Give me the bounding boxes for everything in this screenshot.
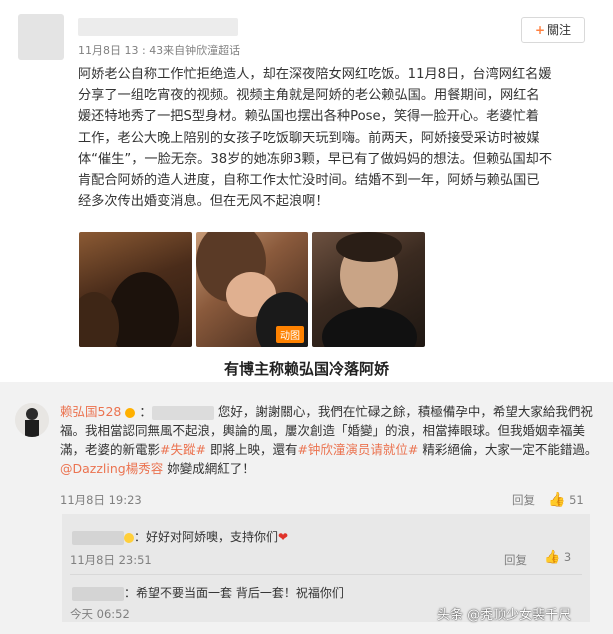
comment-text: 滿，老婆的新電影 [60,442,161,457]
watermark: 头条 @秃顶少女裴千尺 [437,608,572,623]
thumbs-up-icon: 👍 [548,492,566,508]
thumbs-up-icon: 👍 [544,550,561,565]
post-line: 媛还特地秀了一把S型身材。赖弘国也摆出各种Pose，笑得一脸开心。老婆忙着 [78,109,539,125]
comment-text: 妳變成網紅了！ [163,461,255,476]
post-text: 阿娇老公自称工作忙拒绝造人，却在深夜陪女网红吃饭。11月8日，台湾网红名媛 分享… [78,64,588,212]
image-caption: 有博主称赖弘国冷落阿娇 [223,360,389,378]
comment-author[interactable]: 赖弘国528 [60,404,121,419]
post-line: 阿娇老公自称工作忙拒绝造人，却在深夜陪女网红吃饭。11月8日，台湾网红名媛 [78,67,552,82]
post-photo-1[interactable] [79,232,192,347]
comment-text: 即將上映，還有 [205,442,298,457]
blurred-mention [151,405,214,420]
post-line: 肯配合阿娇的造人进度，自称工作太忙没时间。结婚不到一年，阿娇与赖弘国已 [78,173,540,189]
blurred-username[interactable] [72,586,124,601]
follow-button[interactable]: + 關注 [521,17,585,43]
reply-1-text: ：好好对阿娇噢，支持你们❤ [72,528,288,545]
comment-text: 您好，謝謝關心，我們在忙碌之餘，積極備孕中，希望大家給我們祝 [217,404,593,419]
heart-icon: ❤ [278,530,289,544]
comment-line-3: 滿，老婆的新電影#失蹤# 即將上映，還有#钟欣潼演员请就位# 精彩絕倫，大家一定… [60,440,600,459]
like-count: 51 [569,493,584,507]
comment-line-4: @Dazzling楊秀容 妳變成網紅了！ [60,459,600,478]
reply-divider [70,574,582,575]
weibo-post: 11月8日 13 : 43来自钟欣潼超话 + 關注 阿娇老公自称工作忙拒绝造人，却… [0,0,613,378]
reply-text: ：好好对阿娇噢，支持你们 [134,530,279,544]
post-line: 分享了一组吃宵夜的视频。视频主角就是阿娇的老公赖弘国。用餐期间，网红名 [78,88,540,104]
post-photo-3[interactable] [312,232,425,347]
comment-text: 精彩絕倫，大家一定不能錯過。 [418,442,598,457]
comment-time: 11月8日 19:23 [60,493,142,507]
like-count: 3 [563,550,572,564]
gif-badge: 动图 [276,326,304,343]
mention-link[interactable]: @Dazzling楊秀容 [60,461,163,476]
hashtag-link[interactable]: #失蹤# [160,442,206,457]
post-photo-2[interactable]: 动图 [196,232,308,347]
vip-badge-icon [124,532,134,543]
blurred-username[interactable] [72,530,124,545]
post-meta: 11月8日 13 : 43来自钟欣潼超话 [78,44,241,57]
reply-text: ：希望不要当面一套 背后一套！祝福你们 [124,586,344,600]
hashtag-link[interactable]: #钟欣潼演员请就位# [297,442,418,457]
comment-line-2: 福。我相當認同無風不起浪，輿論的風，屢次創造「婚變」的浪，相當捧眼球。但我婚姻幸… [60,423,586,438]
follow-label: 關注 [547,23,572,37]
blurred-username[interactable] [78,18,238,36]
reply-link[interactable]: 回复 [512,492,535,508]
verified-badge-icon [125,407,136,418]
reply-2-time: 今天 06:52 [70,607,130,621]
post-line: 工作，老公大晚上陪别的女孩子吃饭聊天玩到嗨。前两天，阿娇接受采访时被媒 [78,130,540,146]
post-line: 经多次传出婚变消息。但在无风不起浪啊！ [78,194,329,210]
reply-1-time: 11月8日 23:51 [70,553,152,567]
like-button[interactable]: 👍 51 [548,492,584,508]
comment-line-1: 赖弘国528 ： 您好，謝謝關心，我們在忙碌之餘，積極備孕中，希望大家給我們祝 [60,404,593,420]
blurred-avatar[interactable] [18,14,64,60]
reply-1-like-button[interactable]: 👍 3 [544,550,571,565]
reply-2-text: ：希望不要当面一套 背后一套！祝福你们 [72,584,344,601]
reply-1-reply-link[interactable]: 回复 [504,552,527,568]
comment-body: 赖弘国528 ： 您好，謝謝關心，我們在忙碌之餘，積極備孕中，希望大家給我們祝 … [60,402,600,478]
plus-icon: + [534,23,546,37]
post-line: 体“催生”，一脸无奈。38岁的她冻卵3颗，早已有了做妈妈的想法。但赖弘国却不 [78,151,553,167]
person-icon [15,403,49,437]
commenter-avatar[interactable] [15,403,49,437]
